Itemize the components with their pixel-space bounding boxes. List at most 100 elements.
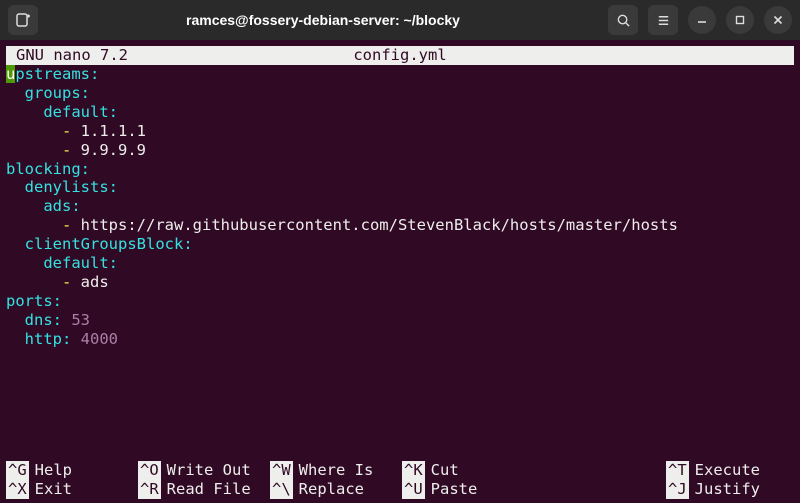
shortcut-label: Exit	[35, 480, 72, 499]
footer-shortcut: ^W Where Is	[270, 461, 398, 480]
editor-line: - ads	[6, 273, 794, 292]
cursor: u	[6, 65, 15, 83]
token: 4000	[81, 330, 118, 348]
editor-line: - 1.1.1.1	[6, 122, 794, 141]
footer-shortcut: ^\Replace	[270, 480, 398, 499]
token	[6, 122, 62, 140]
window-titlebar: ramces@fossery-debian-server: ~/blocky	[0, 0, 800, 40]
token: :	[81, 160, 90, 178]
token: dns	[25, 311, 53, 329]
token: -	[62, 141, 81, 159]
token: ads	[43, 197, 71, 215]
hamburger-menu-button[interactable]	[648, 5, 678, 35]
shortcut-key: ^G	[6, 461, 29, 480]
token	[6, 141, 62, 159]
shortcut-key: ^U	[402, 480, 425, 499]
token: :	[109, 178, 118, 196]
token	[6, 330, 25, 348]
token	[6, 84, 25, 102]
nano-app-name: GNU nano 7.2	[16, 46, 128, 65]
editor-line: - https://raw.githubusercontent.com/Stev…	[6, 216, 794, 235]
token: -	[62, 216, 81, 234]
token: default	[43, 103, 108, 121]
token	[6, 273, 62, 291]
editor-line: denylists:	[6, 178, 794, 197]
token: ads	[81, 273, 109, 291]
token: http	[25, 330, 62, 348]
editor-line: ads:	[6, 197, 794, 216]
window-title: ramces@fossery-debian-server: ~/blocky	[38, 12, 608, 28]
nano-header-bar: GNU nano 7.2 config.yml	[6, 46, 794, 65]
shortcut-key: ^J	[666, 480, 689, 499]
token: :	[109, 254, 118, 272]
footer-shortcut: ^T Execute	[666, 461, 794, 480]
token: :	[183, 235, 192, 253]
footer-shortcut	[534, 461, 662, 480]
shortcut-key: ^O	[138, 461, 161, 480]
token: -	[62, 122, 81, 140]
shortcut-label: Read File	[167, 480, 251, 499]
close-button[interactable]	[764, 6, 792, 34]
footer-shortcut: ^X Exit	[6, 480, 134, 499]
footer-shortcut: ^K Cut	[402, 461, 530, 480]
shortcut-label: Paste	[431, 480, 478, 499]
footer-shortcut: ^G Help	[6, 461, 134, 480]
shortcut-key: ^R	[138, 480, 161, 499]
editor-line: default:	[6, 103, 794, 122]
shortcut-key: ^\	[270, 480, 293, 499]
token	[6, 178, 25, 196]
shortcut-key: ^K	[402, 461, 425, 480]
shortcut-label: Write Out	[167, 461, 251, 480]
editor-line: dns: 53	[6, 311, 794, 330]
editor-line: groups:	[6, 84, 794, 103]
shortcut-label: Help	[35, 461, 72, 480]
token	[6, 254, 43, 272]
token: clientGroupsBlock	[25, 235, 184, 253]
token: denylists	[25, 178, 109, 196]
shortcut-key: ^X	[6, 480, 29, 499]
editor-line: blocking:	[6, 160, 794, 179]
editor-line: upstreams:	[6, 65, 794, 84]
token: :	[62, 330, 81, 348]
token: :	[81, 84, 90, 102]
token: -	[62, 273, 81, 291]
token: 53	[71, 311, 90, 329]
terminal-area[interactable]: GNU nano 7.2 config.yml upstreams: group…	[0, 40, 800, 503]
shortcut-label: Where Is	[299, 461, 374, 480]
token: ports	[6, 292, 53, 310]
token	[6, 197, 43, 215]
editor-line: clientGroupsBlock:	[6, 235, 794, 254]
token: :	[53, 292, 62, 310]
new-tab-button[interactable]	[8, 5, 38, 35]
footer-shortcut: ^O Write Out	[138, 461, 266, 480]
token	[6, 235, 25, 253]
token: default	[43, 254, 108, 272]
token: pstreams	[15, 65, 90, 83]
footer-shortcut: ^U Paste	[402, 480, 530, 499]
footer-shortcut	[534, 480, 662, 499]
token	[6, 311, 25, 329]
search-button[interactable]	[608, 5, 638, 35]
shortcut-label: Execute	[695, 461, 760, 480]
token	[6, 216, 62, 234]
editor-line: - 9.9.9.9	[6, 141, 794, 160]
token: groups	[25, 84, 81, 102]
footer-shortcut: ^R Read File	[138, 480, 266, 499]
shortcut-key: ^W	[270, 461, 293, 480]
nano-file-name: config.yml	[353, 46, 446, 65]
editor-line: default:	[6, 254, 794, 273]
token: https://raw.githubusercontent.com/Steven…	[81, 216, 678, 234]
token: :	[109, 103, 118, 121]
token: blocking	[6, 160, 81, 178]
nano-footer: ^G Help ^O Write Out ^W Where Is ^K Cut ^T Execut…	[0, 461, 800, 503]
token: :	[53, 311, 72, 329]
shortcut-label: Cut	[431, 461, 459, 480]
editor-line: ports:	[6, 292, 794, 311]
token: :	[71, 197, 80, 215]
maximize-button[interactable]	[726, 6, 754, 34]
editor-content[interactable]: upstreams: groups: default: - 1.1.1.1 - …	[0, 65, 800, 461]
token: :	[90, 65, 99, 83]
shortcut-key: ^T	[666, 461, 689, 480]
token: 1.1.1.1	[81, 122, 146, 140]
minimize-button[interactable]	[688, 6, 716, 34]
